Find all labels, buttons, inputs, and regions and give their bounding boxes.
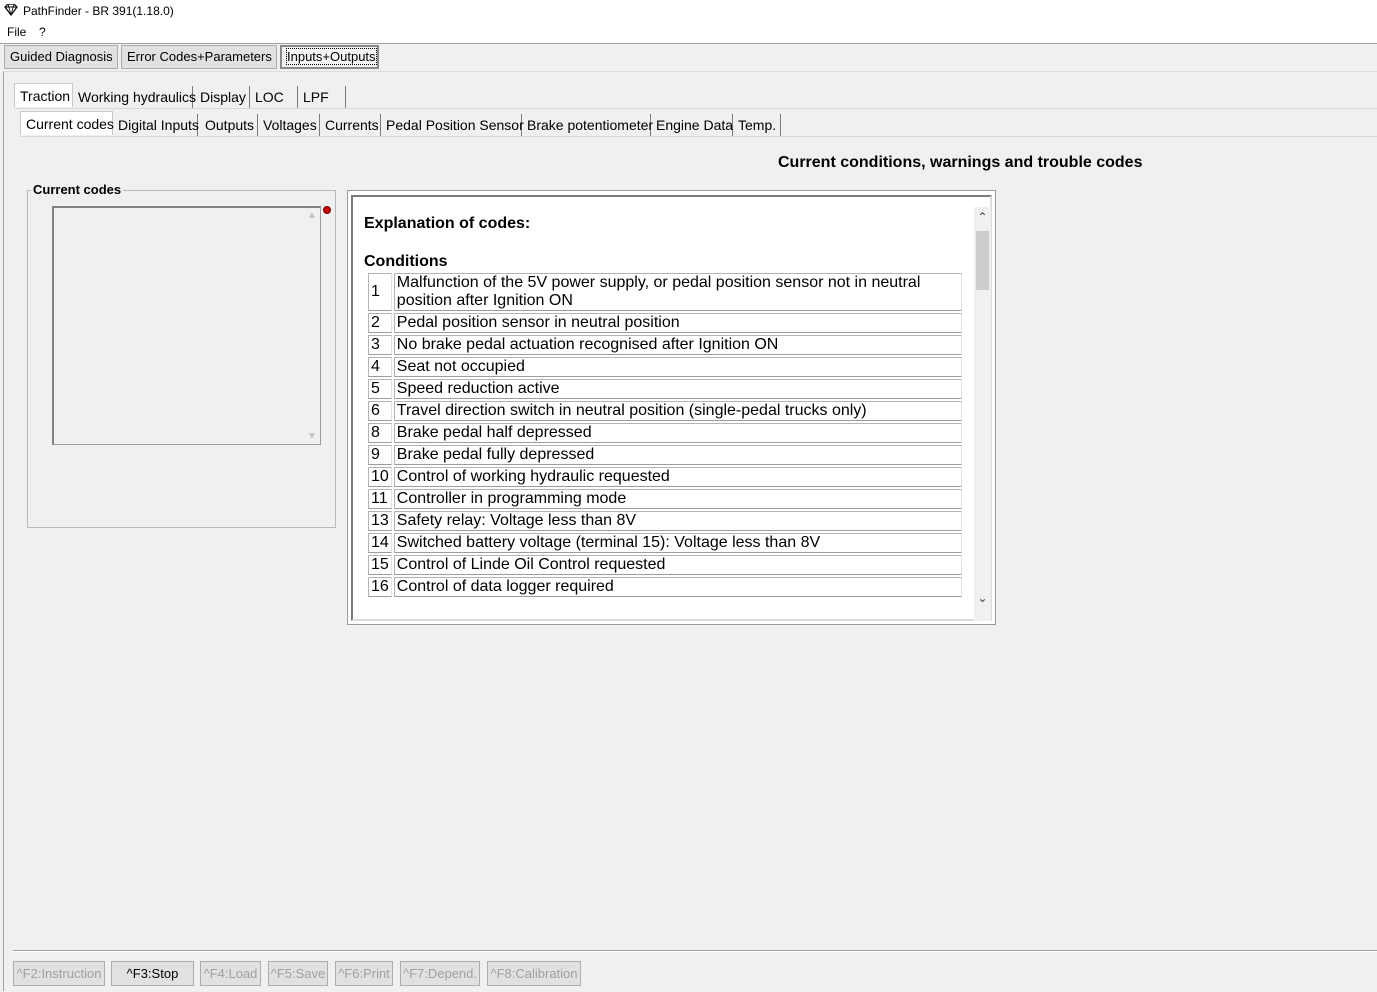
- scrollbar-thumb[interactable]: [976, 231, 989, 290]
- condition-description: Control of data logger required: [393, 577, 962, 597]
- condition-code: 14: [368, 533, 392, 553]
- table-row: 14 Switched battery voltage (terminal 15)…: [368, 533, 962, 553]
- f2-instruction-button[interactable]: ^F2:Instruction: [13, 961, 105, 986]
- current-codes-group-label: Current codes: [31, 182, 124, 197]
- tab-pedal-position-sensor[interactable]: Pedal Position Sensor: [381, 114, 524, 136]
- condition-code: 10: [368, 467, 392, 487]
- status-indicator-icon: [323, 206, 331, 214]
- condition-code: 15: [368, 555, 392, 575]
- condition-description: Brake pedal half depressed: [393, 423, 962, 443]
- scroll-up-chevron-icon[interactable]: ⌃: [974, 209, 991, 226]
- title-bar: PathFinder - BR 391(1.18.0): [0, 0, 1377, 22]
- condition-description: Switched battery voltage (terminal 15): …: [393, 533, 962, 553]
- condition-code: 3: [368, 335, 392, 355]
- table-row: 5 Speed reduction active: [368, 379, 962, 399]
- explanation-content[interactable]: Explanation of codes: Conditions 1 Malfun…: [351, 195, 992, 621]
- bottom-separator: [13, 950, 1377, 952]
- tab-lpf[interactable]: LPF: [298, 86, 346, 108]
- table-row: 1 Malfunction of the 5V power supply, or …: [368, 273, 962, 311]
- explanation-heading: Explanation of codes:: [364, 215, 531, 232]
- table-row: 6 Travel direction switch in neutral posi…: [368, 401, 962, 421]
- table-row: 10 Control of working hydraulic requested: [368, 467, 962, 487]
- tab-brake-potentiometer[interactable]: Brake potentiometer: [522, 114, 653, 136]
- module-tab-row: Traction Working hydraulics Display LOC …: [14, 83, 354, 108]
- f3-stop-button[interactable]: ^F3:Stop: [111, 961, 194, 986]
- tab-digital-inputs[interactable]: Digital Inputs: [113, 114, 199, 136]
- tab-guided-diagnosis[interactable]: Guided Diagnosis: [4, 45, 118, 69]
- f4-load-button[interactable]: ^F4:Load: [200, 961, 261, 986]
- window-title: PathFinder - BR 391(1.18.0): [23, 4, 174, 18]
- conditions-heading: Conditions: [364, 253, 448, 270]
- condition-code: 6: [368, 401, 392, 421]
- module-tab-underline: [14, 108, 1377, 109]
- condition-description: Malfunction of the 5V power supply, or p…: [393, 273, 962, 311]
- tab-currents[interactable]: Currents: [320, 114, 381, 136]
- tab-error-codes-parameters[interactable]: Error Codes+Parameters: [121, 45, 277, 69]
- condition-description: Brake pedal fully depressed: [393, 445, 962, 465]
- table-row: 3 No brake pedal actuation recognised aft…: [368, 335, 962, 355]
- table-row: 9 Brake pedal fully depressed: [368, 445, 962, 465]
- condition-description: Safety relay: Voltage less than 8V: [393, 511, 962, 531]
- diamond-app-icon: [4, 4, 18, 16]
- table-row: 13 Safety relay: Voltage less than 8V: [368, 511, 962, 531]
- menu-help[interactable]: ?: [39, 25, 46, 39]
- menu-bar: File ?: [0, 22, 1377, 43]
- tab-working-hydraulics[interactable]: Working hydraulics: [73, 86, 196, 108]
- condition-code: 16: [368, 577, 392, 597]
- tab-temp[interactable]: Temp.: [733, 114, 781, 136]
- tab-guided-diagnosis-label: Guided Diagnosis: [10, 49, 113, 64]
- f6-print-button[interactable]: ^F6:Print: [335, 961, 393, 986]
- menu-separator: [0, 43, 1377, 44]
- condition-code: 13: [368, 511, 392, 531]
- condition-description: Control of Linde Oil Control requested: [393, 555, 962, 575]
- tab-display[interactable]: Display: [195, 86, 250, 108]
- tab-error-codes-parameters-label: Error Codes+Parameters: [127, 49, 272, 64]
- table-row: 16 Control of data logger required: [368, 577, 962, 597]
- f7-depend-button[interactable]: ^F7:Depend.: [400, 961, 480, 986]
- condition-description: Travel direction switch in neutral posit…: [393, 401, 962, 421]
- condition-description: Control of working hydraulic requested: [393, 467, 962, 487]
- table-row: 8 Brake pedal half depressed: [368, 423, 962, 443]
- current-codes-list[interactable]: ▲ ▼: [52, 206, 321, 445]
- condition-description: Seat not occupied: [393, 357, 962, 377]
- scroll-down-arrow-icon[interactable]: ▼: [307, 431, 317, 442]
- condition-description: Controller in programming mode: [393, 489, 962, 509]
- table-row: 15 Control of Linde Oil Control requested: [368, 555, 962, 575]
- scroll-down-chevron-icon[interactable]: ⌄: [974, 590, 991, 607]
- table-row: 4 Seat not occupied: [368, 357, 962, 377]
- sub-tab-row: Current codes Digital Inputs Outputs Vol…: [20, 111, 790, 136]
- menu-file[interactable]: File: [7, 25, 26, 39]
- tab-inputs-outputs-label: Inputs+Outputs: [286, 48, 377, 65]
- tab-voltages[interactable]: Voltages: [258, 114, 320, 136]
- f8-calibration-button[interactable]: ^F8:Calibration: [487, 961, 581, 986]
- tab-current-codes[interactable]: Current codes: [20, 111, 114, 135]
- scroll-up-arrow-icon[interactable]: ▲: [307, 210, 317, 221]
- tab-inputs-outputs[interactable]: Inputs+Outputs: [280, 45, 379, 69]
- condition-code: 1: [368, 273, 392, 311]
- panel-title: Current conditions, warnings and trouble…: [778, 154, 1143, 171]
- tab-engine-data[interactable]: Engine Data: [651, 114, 733, 136]
- explanation-panel: Explanation of codes: Conditions 1 Malfun…: [347, 190, 996, 625]
- condition-code: 9: [368, 445, 392, 465]
- table-row: 2 Pedal position sensor in neutral positi…: [368, 313, 962, 333]
- tab-outputs[interactable]: Outputs: [200, 114, 258, 136]
- condition-code: 11: [368, 489, 392, 509]
- condition-code: 8: [368, 423, 392, 443]
- table-row: 11 Controller in programming mode: [368, 489, 962, 509]
- f5-save-button[interactable]: ^F5:Save: [268, 961, 328, 986]
- sub-tab-underline: [20, 136, 1377, 137]
- condition-description: Speed reduction active: [393, 379, 962, 399]
- condition-description: Pedal position sensor in neutral positio…: [393, 313, 962, 333]
- current-codes-scrollbar[interactable]: ▲ ▼: [305, 208, 320, 444]
- tab-traction[interactable]: Traction: [14, 83, 73, 107]
- explanation-scrollbar[interactable]: ⌃ ⌄: [974, 207, 991, 621]
- condition-description: No brake pedal actuation recognised afte…: [393, 335, 962, 355]
- conditions-table: 1 Malfunction of the 5V power supply, or …: [366, 271, 964, 599]
- condition-code: 2: [368, 313, 392, 333]
- tab-loc[interactable]: LOC: [250, 86, 298, 108]
- condition-code: 5: [368, 379, 392, 399]
- condition-code: 4: [368, 357, 392, 377]
